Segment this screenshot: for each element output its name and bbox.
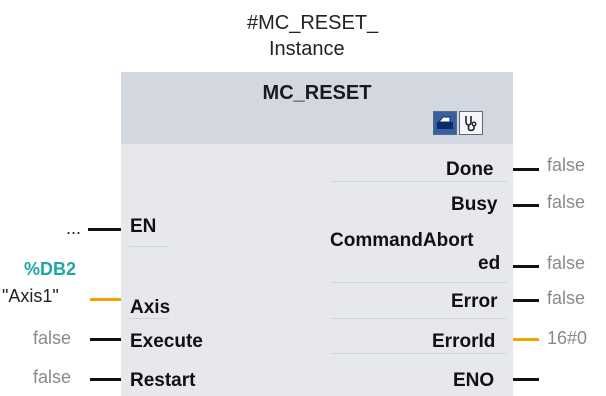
en-wire: [88, 228, 121, 231]
restart-wire: [90, 378, 121, 381]
error-value[interactable]: false: [547, 288, 585, 309]
pin-separator: [331, 318, 507, 319]
errorid-value[interactable]: 16#0: [547, 328, 587, 349]
pin-error[interactable]: Error: [451, 291, 497, 313]
pin-commandaborted-line2[interactable]: ed: [478, 253, 500, 275]
done-wire: [513, 168, 539, 171]
axis-db-label[interactable]: %DB2: [24, 259, 76, 280]
axis-value[interactable]: "Axis1": [2, 286, 59, 307]
diagnostics-icon[interactable]: [459, 111, 483, 135]
pin-en[interactable]: EN: [130, 216, 156, 238]
commandaborted-wire: [513, 265, 539, 268]
done-value[interactable]: false: [547, 155, 585, 176]
en-value[interactable]: ...: [66, 218, 81, 239]
error-wire: [513, 299, 539, 302]
restart-value[interactable]: false: [33, 367, 71, 388]
pin-separator: [331, 353, 507, 354]
busy-value[interactable]: false: [547, 192, 585, 213]
pin-separator: [331, 282, 507, 283]
pin-errorid[interactable]: ErrorId: [432, 331, 495, 353]
eno-wire: [513, 378, 539, 381]
axis-wire: [90, 298, 121, 301]
pin-execute[interactable]: Execute: [130, 331, 203, 353]
pin-separator: [129, 246, 169, 247]
execute-wire: [90, 338, 121, 341]
execute-value[interactable]: false: [33, 328, 71, 349]
commandaborted-value[interactable]: false: [547, 253, 585, 274]
busy-wire: [513, 204, 539, 207]
pin-done[interactable]: Done: [446, 159, 494, 181]
block-icon[interactable]: [433, 111, 457, 135]
pin-axis[interactable]: Axis: [130, 297, 170, 319]
pin-separator: [331, 181, 507, 182]
block-title: MC_RESET: [262, 82, 372, 104]
pin-eno[interactable]: ENO: [453, 370, 494, 392]
pin-restart[interactable]: Restart: [130, 370, 195, 392]
pin-busy[interactable]: Busy: [451, 194, 497, 216]
block-header: MC_RESET: [121, 72, 513, 144]
pin-commandaborted-line1[interactable]: CommandAbort: [330, 230, 474, 252]
instance-name-line2[interactable]: Instance: [269, 38, 345, 61]
instance-name-line1[interactable]: #MC_RESET_: [247, 12, 378, 35]
errorid-wire: [513, 338, 539, 341]
